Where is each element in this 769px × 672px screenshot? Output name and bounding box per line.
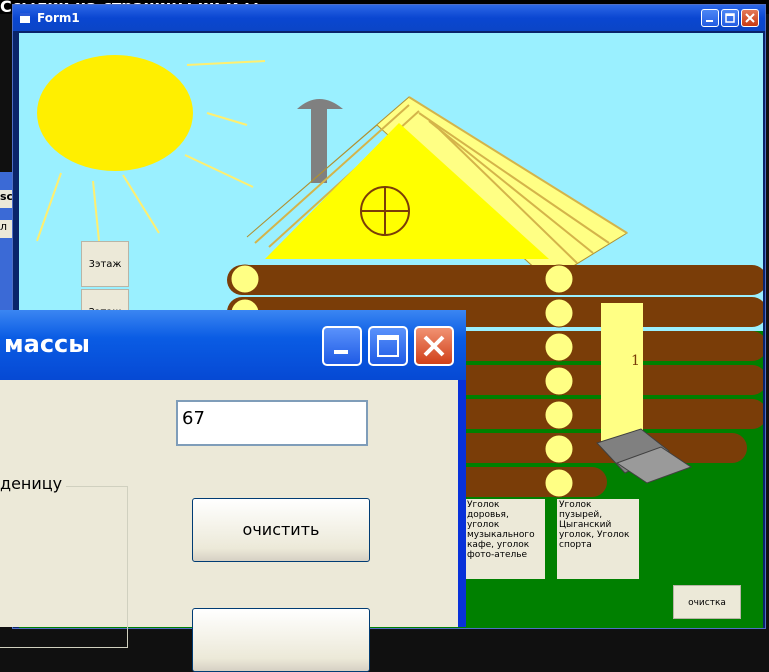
dialog-minimize-button[interactable] — [322, 326, 362, 366]
maximize-button[interactable] — [721, 9, 739, 27]
dialog-maximize-button[interactable] — [368, 326, 408, 366]
mass-value-input[interactable]: 67 — [176, 400, 368, 446]
mass-dialog-window: массы 67 деницу очистить — [0, 310, 466, 672]
dialog-client-area: 67 деницу очистить — [0, 380, 458, 672]
close-icon — [423, 335, 445, 357]
dialog-title-text: массы — [4, 330, 90, 358]
maximize-icon — [377, 335, 399, 357]
minimize-button[interactable] — [701, 9, 719, 27]
app-icon — [20, 13, 30, 23]
info-label: Уголок доровья, уголок музыкального кафе… — [465, 499, 545, 579]
door — [601, 303, 643, 445]
dialog-close-button[interactable] — [414, 326, 454, 366]
chimney — [311, 109, 327, 183]
door-number: 1 — [631, 353, 640, 369]
minimize-icon — [706, 20, 713, 22]
units-group-box — [0, 486, 128, 648]
info-label: Уголок пузырей, Цыганский уголок, Уголок… — [557, 499, 639, 579]
sun — [37, 55, 193, 171]
maximize-icon — [725, 13, 735, 23]
units-group-label: деницу — [0, 474, 67, 493]
close-button[interactable] — [741, 9, 759, 27]
form1-title-text: Form1 — [37, 11, 80, 25]
second-button[interactable] — [192, 608, 370, 672]
clear-canvas-button[interactable]: очистка — [673, 585, 741, 619]
form1-title-bar[interactable]: Form1 — [13, 5, 765, 31]
clear-button[interactable]: очистить — [192, 498, 370, 562]
dialog-title-bar[interactable]: массы — [0, 310, 466, 380]
close-icon — [745, 13, 755, 23]
floor-3-button[interactable]: 3этаж — [81, 241, 129, 287]
minimize-icon — [334, 350, 348, 354]
